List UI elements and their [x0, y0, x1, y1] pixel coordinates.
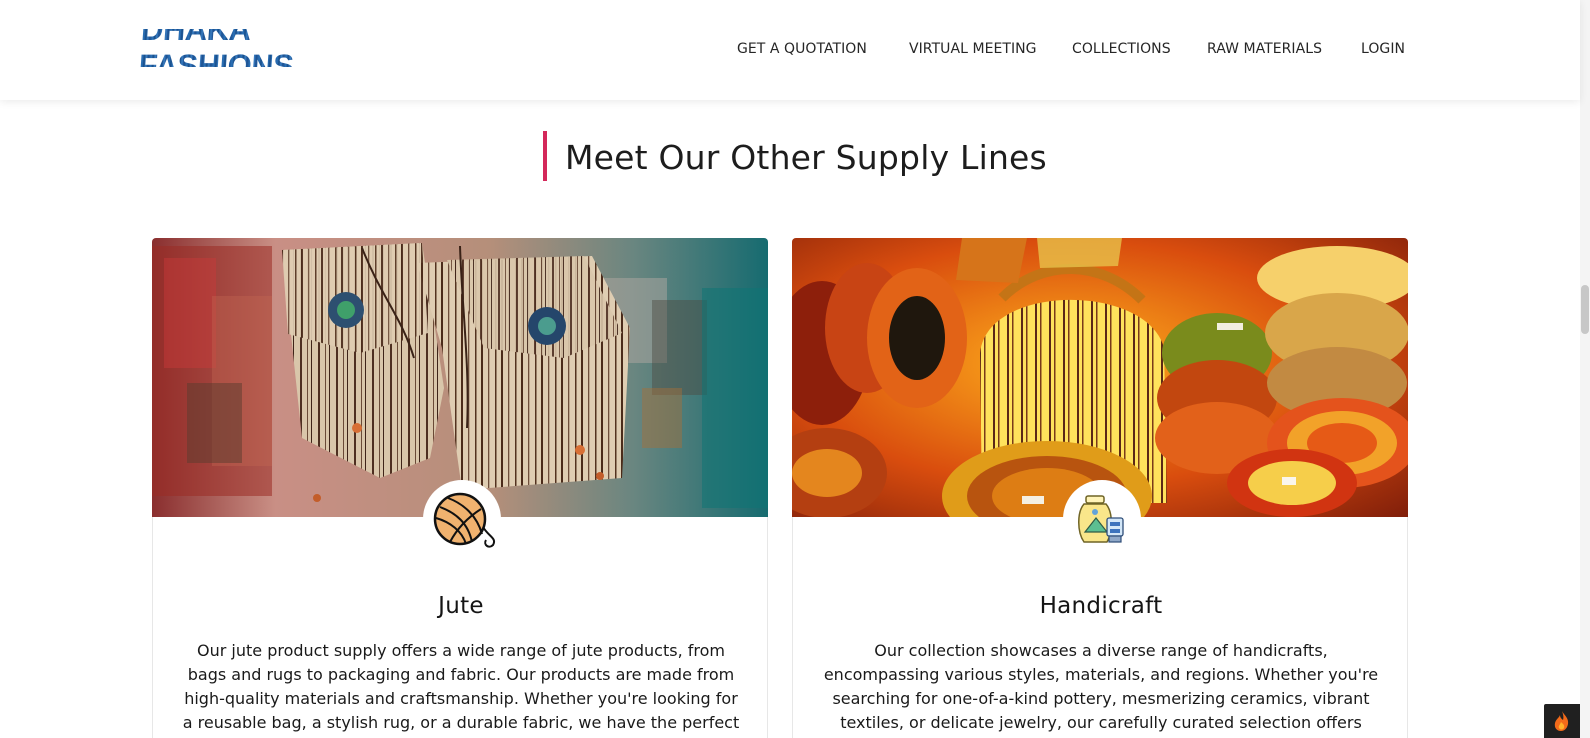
jute-bags-image — [152, 238, 768, 517]
handicraft-baskets-image — [792, 238, 1408, 517]
section-heading: Meet Our Other Supply Lines — [543, 131, 1047, 181]
nav-virtual-meeting[interactable]: VIRTUAL MEETING — [909, 41, 1037, 57]
nav-raw-materials[interactable]: RAW MATERIALS — [1207, 41, 1322, 57]
page-scrollbar-track[interactable] — [1580, 0, 1590, 738]
floating-widget-button[interactable] — [1544, 704, 1580, 738]
card-title-jute: Jute — [438, 593, 484, 619]
card-icon-badge — [423, 480, 501, 558]
card-title-handicraft: Handicraft — [1039, 593, 1163, 619]
flame-icon — [1552, 710, 1572, 732]
yarn-ball-icon — [428, 489, 496, 549]
site-logo[interactable]: DHAKA FASHIONS — [138, 12, 384, 83]
section-title: Meet Our Other Supply Lines — [565, 137, 1047, 177]
card-text-handicraft: Our collection showcases a diverse range… — [823, 641, 1379, 738]
nav-login[interactable]: LOGIN — [1361, 41, 1405, 57]
supply-card-handicraft: Handicraft Our collection showcases a di… — [792, 238, 1408, 738]
card-icon-badge — [1063, 480, 1141, 558]
page: DHAKA FASHIONS GET A QUOTATION VIRTUAL M… — [0, 0, 1590, 738]
supply-card-jute: Jute Our jute product supply offers a wi… — [152, 238, 768, 738]
card-text-jute: Our jute product supply offers a wide ra… — [182, 641, 740, 738]
site-header: DHAKA FASHIONS GET A QUOTATION VIRTUAL M… — [0, 0, 1580, 100]
page-scrollbar-thumb[interactable] — [1581, 285, 1589, 334]
pottery-icon — [1073, 488, 1131, 550]
nav-collections[interactable]: COLLECTIONS — [1072, 41, 1171, 57]
nav-get-a-quotation[interactable]: GET A QUOTATION — [737, 41, 867, 57]
